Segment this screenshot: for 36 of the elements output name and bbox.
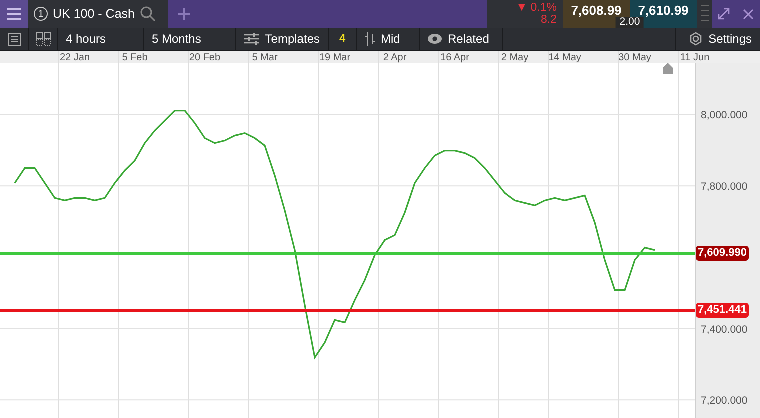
instrument-title: UK 100 - Cash (53, 7, 135, 21)
close-icon[interactable] (742, 8, 754, 20)
date-label: 5 Mar (252, 52, 278, 64)
candle-icon (365, 32, 375, 46)
price-label: 7,800.000 (701, 181, 748, 194)
expand-icon[interactable] (718, 8, 730, 20)
date-label: 20 Feb (189, 52, 221, 64)
date-label: 30 May (618, 52, 652, 64)
date-label: 2 May (501, 52, 529, 64)
date-label: 22 Jan (60, 52, 90, 64)
price-level-tag: 7,609.990 (696, 246, 749, 262)
price-level-tag: 7,451.441 (696, 302, 749, 318)
price-label: 8,000.000 (701, 110, 748, 122)
date-label: 5 Feb (122, 52, 148, 64)
price-label: 7,200.000 (701, 395, 748, 408)
settings-icon (688, 32, 703, 46)
spread-value: 2.00 (616, 17, 644, 28)
date-label: 16 Apr (440, 52, 470, 64)
eye-icon (428, 34, 442, 44)
menu-button[interactable] (0, 0, 28, 28)
tab-number: 1 (34, 7, 48, 21)
change-percent: ▼ 0.1% (516, 2, 557, 14)
horizontal-level-line[interactable] (0, 308, 695, 312)
date-label: 19 Mar (319, 52, 351, 64)
instrument-tab[interactable]: 1 UK 100 - Cash (28, 0, 168, 28)
search-icon[interactable] (140, 6, 156, 22)
grid-layout-icon (36, 32, 50, 46)
change-points: 8.2 (541, 14, 557, 26)
date-label: 14 May (548, 52, 582, 64)
menu-icon (7, 8, 21, 20)
list-icon (8, 32, 20, 46)
price-label: 7,400.000 (701, 324, 748, 336)
add-tab-icon[interactable] (178, 8, 190, 20)
date-label: 11 Jun (680, 52, 710, 64)
sliders-icon (244, 33, 260, 45)
date-label: 2 Apr (383, 52, 407, 64)
